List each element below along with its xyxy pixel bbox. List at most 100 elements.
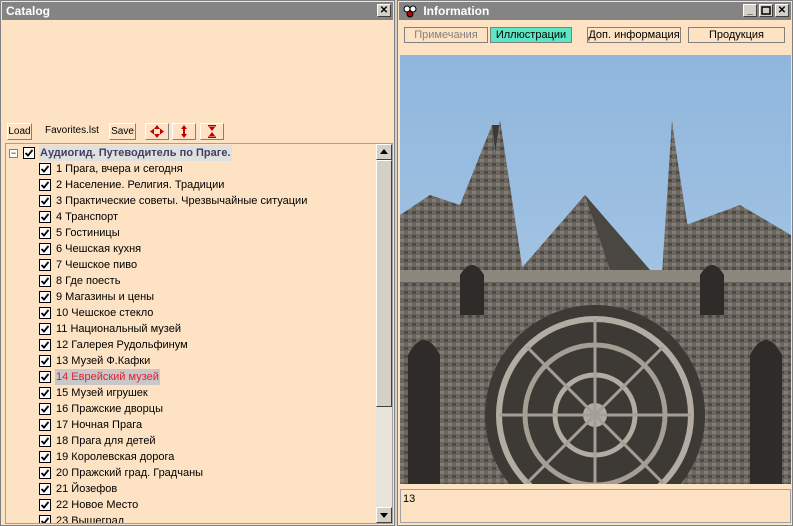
tree-item-checkbox[interactable] (39, 243, 51, 255)
info-tabs: Примечания Иллюстрации Доп. информация П… (402, 27, 788, 45)
tree-item-checkbox[interactable] (39, 291, 51, 303)
catalog-title: Catalog (6, 4, 51, 18)
tree-item[interactable]: 18 Прага для детей (6, 433, 376, 449)
tree-item-checkbox[interactable] (39, 467, 51, 479)
tree-item-checkbox[interactable] (39, 371, 51, 383)
cathedral-illustration (400, 55, 791, 484)
tree-item-label: 1 Прага, вчера и сегодня (56, 163, 183, 175)
tree-item-checkbox[interactable] (39, 419, 51, 431)
information-title: Information (423, 4, 490, 18)
information-close-button[interactable]: ✕ (775, 4, 789, 17)
tree-item[interactable]: 14 Еврейский музей (6, 369, 376, 385)
collapse-button[interactable] (200, 123, 224, 140)
expand-all-button[interactable] (145, 123, 169, 140)
tree-item-checkbox[interactable] (39, 195, 51, 207)
tree-item-label: 13 Музей Ф.Кафки (56, 355, 151, 367)
tree-item[interactable]: 6 Чешская кухня (6, 241, 376, 257)
tree-item[interactable]: 13 Музей Ф.Кафки (6, 353, 376, 369)
collapse-toggle-icon[interactable]: − (9, 149, 18, 158)
save-button[interactable]: Save (109, 123, 136, 140)
checkmark-icon (40, 213, 50, 221)
tree-item[interactable]: 20 Пражский град. Градчаны (6, 465, 376, 481)
scroll-down-button[interactable] (376, 507, 392, 523)
tree-item-checkbox[interactable] (39, 387, 51, 399)
tab-products[interactable]: Продукция (688, 27, 785, 43)
tree-item-checkbox[interactable] (39, 435, 51, 447)
tree-item-label: 19 Королевская дорога (56, 451, 175, 463)
close-icon: ✕ (379, 5, 389, 16)
tree-item-checkbox[interactable] (39, 403, 51, 415)
information-panel: Information _ ✕ Примечания Иллюстрации Д… (397, 0, 793, 526)
tab-extra-info[interactable]: Доп. информация (587, 27, 681, 43)
tree-item-label: 17 Ночная Прага (56, 419, 143, 431)
tree-item-checkbox[interactable] (39, 515, 51, 523)
tree-item[interactable]: 5 Гостиницы (6, 225, 376, 241)
tree-root-checkbox[interactable] (23, 147, 35, 159)
tree-item-checkbox[interactable] (39, 355, 51, 367)
tree-item[interactable]: 3 Практические советы. Чрезвычайные ситу… (6, 193, 376, 209)
tree-item-checkbox[interactable] (39, 483, 51, 495)
load-button[interactable]: Load (7, 123, 32, 140)
tree-item[interactable]: 10 Чешское стекло (6, 305, 376, 321)
catalog-titlebar[interactable]: Catalog ✕ (2, 2, 393, 20)
tree-item-label: 18 Прага для детей (56, 435, 156, 447)
checkmark-icon (40, 181, 50, 189)
tree-item[interactable]: 17 Ночная Прага (6, 417, 376, 433)
tab-notes[interactable]: Примечания (404, 27, 488, 43)
checkmark-icon (40, 517, 50, 523)
tree-item-checkbox[interactable] (39, 163, 51, 175)
tree-item[interactable]: 2 Население. Религия. Традиции (6, 177, 376, 193)
tree-item[interactable]: 8 Где поесть (6, 273, 376, 289)
tree-item-label: 15 Музей игрушек (56, 387, 148, 399)
tree-item[interactable]: 21 Йозефов (6, 481, 376, 497)
minimize-button[interactable]: _ (743, 4, 757, 17)
tree-item-checkbox[interactable] (39, 339, 51, 351)
tree-item-label: 5 Гостиницы (56, 227, 120, 239)
checkmark-icon (40, 485, 50, 493)
tree-item[interactable]: 7 Чешское пиво (6, 257, 376, 273)
tree-item-checkbox[interactable] (39, 499, 51, 511)
checkmark-icon (40, 469, 50, 477)
tree-item[interactable]: 9 Магазины и цены (6, 289, 376, 305)
tree-item-checkbox[interactable] (39, 227, 51, 239)
scroll-up-button[interactable] (376, 144, 392, 160)
tab-illustrations[interactable]: Иллюстрации (490, 27, 572, 43)
collapse-icon (208, 125, 216, 138)
checkmark-icon (40, 373, 50, 381)
tree-item[interactable]: 4 Транспорт (6, 209, 376, 225)
tree-item-label: 9 Магазины и цены (56, 291, 155, 303)
tree-item-label: 10 Чешское стекло (56, 307, 154, 319)
tree-item-checkbox[interactable] (39, 259, 51, 271)
tree-item-checkbox[interactable] (39, 451, 51, 463)
status-text: 13 (403, 493, 416, 505)
tree-item-checkbox[interactable] (39, 179, 51, 191)
move-vertical-button[interactable] (172, 123, 196, 140)
tree-item[interactable]: 11 Национальный музей (6, 321, 376, 337)
tree-item[interactable]: 23 Вышеград (6, 513, 376, 524)
tree-item-label: 16 Пражские дворцы (56, 403, 164, 415)
tree-item-checkbox[interactable] (39, 323, 51, 335)
tree-item[interactable]: 19 Королевская дорога (6, 449, 376, 465)
tree-item-checkbox[interactable] (39, 211, 51, 223)
catalog-close-button[interactable]: ✕ (377, 4, 391, 17)
tree-root-item[interactable]: − Аудиогид. Путеводитель по Праге. (6, 145, 376, 161)
information-titlebar[interactable]: Information _ ✕ (399, 2, 791, 20)
tree-scrollbar[interactable] (376, 144, 392, 523)
tree-item-label: 21 Йозефов (56, 483, 118, 495)
close-icon: ✕ (777, 5, 787, 16)
move-all-icon (150, 125, 164, 138)
checkmark-icon (24, 149, 34, 157)
checkmark-icon (40, 501, 50, 509)
tree-item[interactable]: 1 Прага, вчера и сегодня (6, 161, 376, 177)
tree-item-checkbox[interactable] (39, 307, 51, 319)
tree-item-checkbox[interactable] (39, 275, 51, 287)
tree-item[interactable]: 12 Галерея Рудольфинум (6, 337, 376, 353)
tree-item[interactable]: 16 Пражские дворцы (6, 401, 376, 417)
tree-item-label: 23 Вышеград (56, 515, 125, 524)
tree-item-label: 14 Еврейский музей (55, 369, 160, 385)
tree-item[interactable]: 15 Музей игрушек (6, 385, 376, 401)
scroll-thumb[interactable] (376, 160, 392, 407)
tree-item[interactable]: 22 Новое Место (6, 497, 376, 513)
tree-root-label: Аудиогид. Путеводитель по Праге. (39, 145, 232, 161)
maximize-button[interactable] (759, 4, 773, 17)
